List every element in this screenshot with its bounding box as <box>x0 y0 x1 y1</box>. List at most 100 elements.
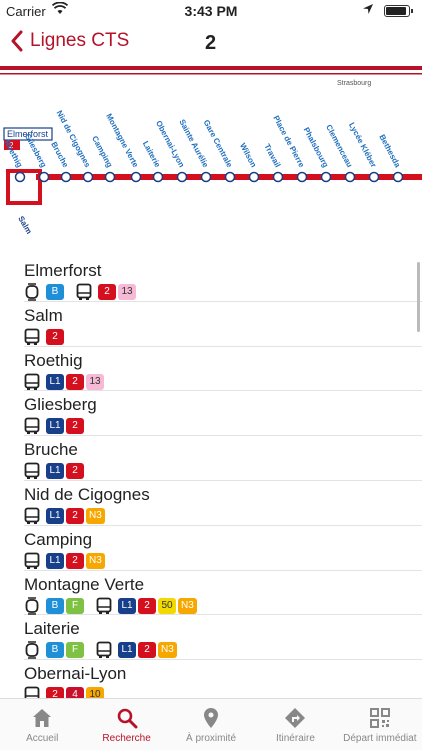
station-marker[interactable] <box>368 171 380 183</box>
stop-name: Obernai-Lyon <box>24 664 127 684</box>
bus-icon <box>24 462 40 480</box>
stop-row[interactable]: Bruche L1 2 <box>24 436 422 481</box>
chevron-left-icon <box>11 30 23 52</box>
station-marker[interactable] <box>392 171 404 183</box>
location-arrow-icon <box>363 4 373 14</box>
station-marker[interactable] <box>38 171 50 183</box>
battery-tip <box>411 9 413 13</box>
stop-name: Salm <box>24 305 63 325</box>
station-label[interactable]: Wilson <box>238 142 258 169</box>
line-badge: B <box>46 284 64 300</box>
tab-label: Recherche <box>102 733 151 744</box>
station-marker[interactable] <box>200 171 212 183</box>
bus-icon <box>24 328 40 345</box>
line-badge: 2 <box>66 373 84 390</box>
tab-d-part-imm-diat[interactable]: Départ immédiat <box>338 699 422 750</box>
search-icon <box>84 707 168 729</box>
station-marker[interactable] <box>320 171 332 183</box>
station-marker[interactable] <box>14 171 26 183</box>
tram-mode <box>24 596 40 615</box>
branch-label: Salm <box>16 215 33 236</box>
stop-lines: L1 2 <box>24 416 422 436</box>
stop-row[interactable]: Nid de Cigognes L1 2 N3 <box>24 481 422 526</box>
line-badge: 2 <box>46 687 64 698</box>
bus-mode <box>76 283 92 301</box>
station-label[interactable]: Travail <box>262 142 282 169</box>
stop-name: Gliesberg <box>24 395 97 415</box>
station-label[interactable]: Laiterie <box>141 140 163 170</box>
station-label[interactable]: Camping <box>90 134 114 169</box>
stop-row[interactable]: Camping L1 2 N3 <box>24 526 422 571</box>
stop-row[interactable]: Montagne Verte B F L1 2 50 N3 <box>24 571 422 616</box>
station-marker[interactable] <box>296 171 308 183</box>
line-badge: F <box>66 642 84 659</box>
line-badge: L1 <box>46 373 64 390</box>
line-map[interactable]: Strasbourg Elmerforst 2 Roethig Gliesberg… <box>0 66 422 252</box>
tram-icon <box>25 283 39 301</box>
line-badge: L1 <box>46 418 64 435</box>
stop-lines: L1 2 <box>24 461 422 481</box>
stop-lines: B F L1 2 N3 <box>24 640 422 660</box>
battery-icon <box>384 5 410 17</box>
stop-lines: 2 4 10 <box>24 685 422 698</box>
station-marker[interactable] <box>272 171 284 183</box>
station-marker[interactable] <box>60 171 72 183</box>
stop-list[interactable]: Elmerforst B 2 13 Salm 2 Roethig L1 2 13 Gliesberg… <box>0 257 422 698</box>
station-marker[interactable] <box>130 171 142 183</box>
back-button[interactable]: Lignes CTS <box>10 30 129 52</box>
line-badge: N3 <box>178 597 197 614</box>
line-badge: B <box>46 597 64 614</box>
line-badge: 2 <box>66 418 84 435</box>
stop-row[interactable]: Roethig L1 2 13 <box>24 347 422 392</box>
stop-row[interactable]: Elmerforst B 2 13 <box>24 257 422 302</box>
line-badge: 50 <box>158 597 176 614</box>
back-label: Lignes CTS <box>30 30 130 51</box>
tab-itin-raire[interactable]: Itinéraire <box>253 699 337 750</box>
bus-mode <box>24 328 40 346</box>
clock: 3:43 PM <box>184 3 238 19</box>
station-marker[interactable] <box>176 171 188 183</box>
line-badge: N3 <box>158 642 177 659</box>
bus-icon <box>96 597 112 614</box>
bus-icon <box>24 507 40 524</box>
station-marker[interactable] <box>344 171 356 183</box>
stop-row[interactable]: Obernai-Lyon 2 4 10 <box>24 660 422 698</box>
location-pin-icon <box>169 707 253 729</box>
line-badge: N3 <box>86 507 105 524</box>
station-marker[interactable] <box>248 171 260 183</box>
bus-icon <box>24 373 40 390</box>
tab-recherche[interactable]: Recherche <box>84 699 168 750</box>
tram-mode <box>24 283 40 301</box>
station-label[interactable]: Bethesda <box>377 133 402 170</box>
tab-accueil[interactable]: Accueil <box>0 699 84 750</box>
stop-name: Nid de Cigognes <box>24 484 150 504</box>
line-badge: 2 <box>138 642 156 659</box>
scrollbar[interactable] <box>417 262 420 332</box>
bus-mode <box>24 686 40 698</box>
tab-label: Départ immédiat <box>343 733 417 744</box>
station-marker[interactable] <box>104 171 116 183</box>
station-marker[interactable] <box>152 171 164 183</box>
stop-row[interactable]: Salm 2 <box>24 302 422 347</box>
bus-mode <box>24 552 40 570</box>
stop-name: Camping <box>24 529 93 549</box>
bus-icon <box>24 686 40 698</box>
stop-name: Elmerforst <box>24 261 102 280</box>
line-badge: 2 <box>138 597 156 614</box>
tab-bar: Accueil Recherche À proximité Itinéraire Dép… <box>0 698 422 750</box>
station-marker[interactable] <box>224 171 236 183</box>
tab--proximit-[interactable]: À proximité <box>169 699 253 750</box>
stop-row[interactable]: Laiterie B F L1 2 N3 <box>24 615 422 661</box>
line-badge: N3 <box>86 552 105 569</box>
tram-mode <box>24 641 40 660</box>
station-label[interactable]: Bruche <box>49 140 70 169</box>
line-badge: L1 <box>46 507 64 524</box>
city-label: Strasbourg <box>337 80 371 87</box>
line-badge: 2 <box>66 507 84 524</box>
stop-lines: L1 2 13 <box>24 372 422 392</box>
station-marker[interactable] <box>82 171 94 183</box>
line-badge: L1 <box>46 463 64 480</box>
status-bar: Carrier 3:43 PM <box>0 0 422 22</box>
station-label[interactable]: Roethig <box>2 138 24 169</box>
stop-row[interactable]: Gliesberg L1 2 <box>24 391 422 437</box>
